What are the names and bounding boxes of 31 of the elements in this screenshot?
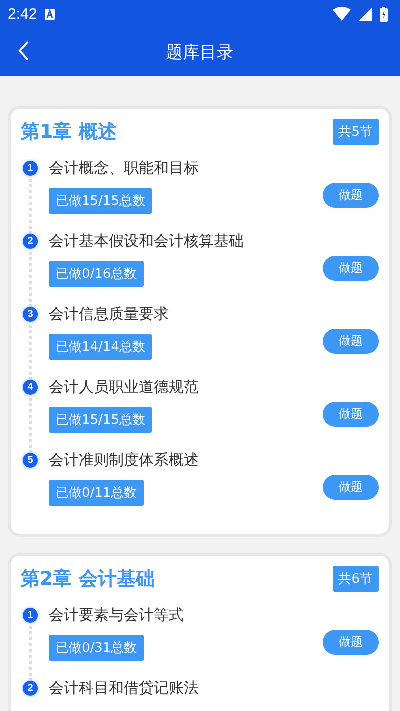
chapter-title: 第1章 概述 [21, 120, 117, 145]
progress-tag: 已做14/14总数 [49, 334, 152, 360]
section-number: 1 [23, 608, 38, 623]
section-title[interactable]: 会计基本假设和会计核算基础 [49, 232, 244, 251]
status-time: 2:42 [8, 6, 38, 22]
progress-tag: 已做15/15总数 [49, 407, 152, 433]
section-title[interactable]: 会计信息质量要求 [49, 305, 169, 324]
section-number: 4 [23, 380, 38, 395]
progress-tag: 已做0/31总数 [49, 635, 144, 661]
section-title[interactable]: 会计人员职业道德规范 [49, 378, 199, 397]
progress-tag: 已做15/15总数 [49, 188, 152, 214]
section-title[interactable]: 会计要素与会计等式 [49, 606, 184, 625]
notification-icon [45, 8, 56, 20]
section-number: 2 [23, 234, 38, 249]
section-title[interactable]: 会计科目和借贷记账法 [49, 679, 199, 698]
section-count-badge: 共6节 [332, 566, 379, 592]
wifi-icon [333, 7, 351, 21]
page-title: 题库目录 [166, 42, 234, 64]
section-title[interactable]: 会计概念、职能和目标 [49, 159, 199, 178]
battery-icon [380, 6, 388, 22]
section-number: 1 [23, 161, 38, 176]
section-count-badge: 共5节 [332, 119, 379, 145]
chapter-title: 第2章 会计基础 [21, 567, 155, 592]
section-title[interactable]: 会计准则制度体系概述 [49, 451, 199, 470]
signal-icon [359, 8, 372, 20]
section-number: 2 [23, 681, 38, 696]
section-number: 3 [23, 307, 38, 322]
section-number: 5 [23, 453, 38, 468]
progress-tag: 已做0/16总数 [49, 261, 144, 287]
progress-tag: 已做0/11总数 [49, 480, 144, 506]
back-icon[interactable] [18, 41, 30, 61]
